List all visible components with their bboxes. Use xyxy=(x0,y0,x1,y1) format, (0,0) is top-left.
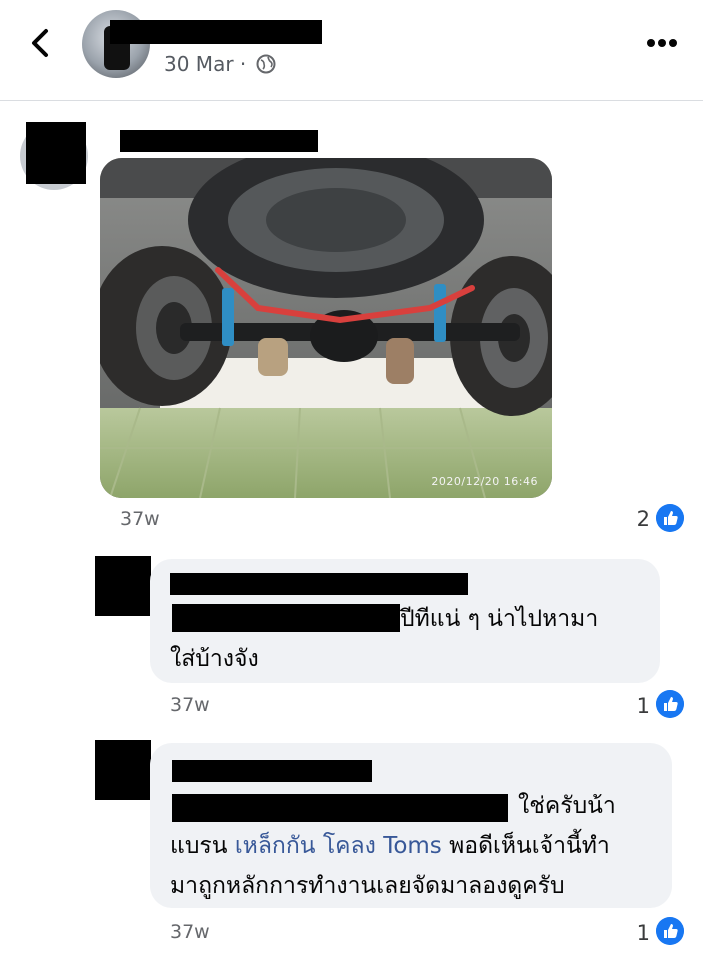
like-thumb-icon[interactable] xyxy=(656,917,684,945)
redacted-author-name xyxy=(110,20,322,44)
post-date[interactable]: 30 Mar · xyxy=(164,52,246,76)
back-chevron-icon[interactable] xyxy=(26,26,56,60)
reply1-text: ปีทีแน่ ๆ น่าไปหามา xyxy=(400,606,599,632)
redacted-reply1-mention xyxy=(172,604,400,632)
comment-time[interactable]: 37w xyxy=(120,508,160,530)
brand-link[interactable]: เหล็กกัน โคลง Toms xyxy=(235,833,442,859)
redacted-commenter-avatar xyxy=(26,122,86,184)
redacted-reply2-avatar xyxy=(95,740,151,800)
reply2-line2-prefix: แบรน xyxy=(170,833,235,859)
reply1-like-count[interactable]: 1 xyxy=(630,694,650,718)
reply1-time[interactable]: 37w xyxy=(170,694,210,716)
reply2-text-line3: มาถูกหลักการทำงานเลยจัดมาลองดูครับ xyxy=(170,873,565,899)
redacted-commenter-name xyxy=(120,130,318,152)
reply2-time[interactable]: 37w xyxy=(170,921,210,943)
reply1-text-line2: ใส่บ้างจัง xyxy=(170,646,259,672)
date-separator: · xyxy=(239,52,247,76)
like-thumb-icon[interactable] xyxy=(656,690,684,718)
post-date-text: 30 Mar xyxy=(164,52,234,76)
reply2-like-count[interactable]: 1 xyxy=(630,921,650,945)
reply2-text: ใช่ครับน้า xyxy=(518,793,616,819)
globe-icon xyxy=(256,54,276,74)
reply2-line2-suffix: พอดีเห็นเจ้านี้ทำ xyxy=(441,833,610,859)
header-divider xyxy=(0,100,703,101)
undercarriage-image xyxy=(100,158,552,498)
redacted-reply1-avatar xyxy=(95,556,151,616)
redacted-reply1-name xyxy=(170,573,468,595)
redacted-reply2-mention xyxy=(172,794,508,822)
like-count[interactable]: 2 xyxy=(630,507,650,531)
like-thumb-icon[interactable] xyxy=(656,504,684,532)
comment-photo[interactable]: 2020/12/20 16:46 xyxy=(100,158,552,498)
redacted-reply2-name xyxy=(172,760,372,782)
reply2-text-line2: แบรน เหล็กกัน โคลง Toms พอดีเห็นเจ้านี้ท… xyxy=(170,826,610,866)
photo-timestamp: 2020/12/20 16:46 xyxy=(431,475,538,488)
more-options-icon[interactable] xyxy=(646,38,678,48)
